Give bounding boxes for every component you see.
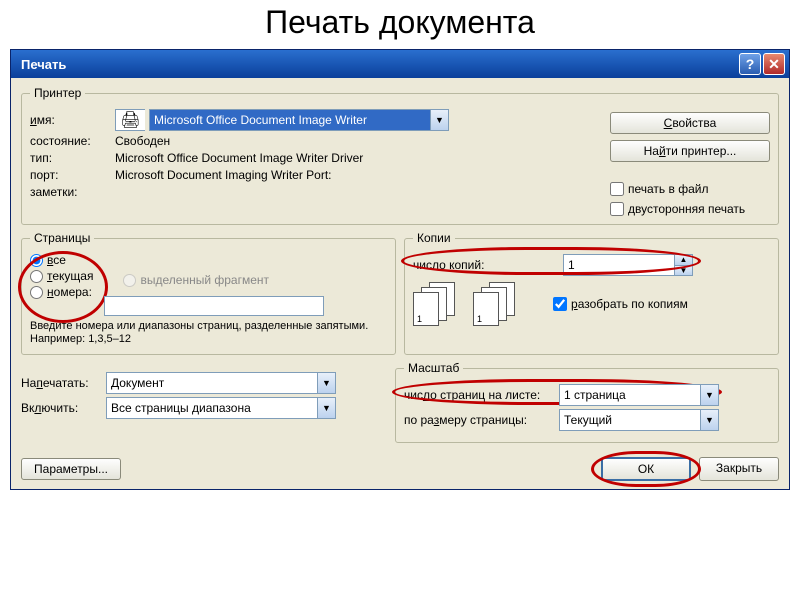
per-sheet-combo[interactable]: 1 страница ▼ xyxy=(559,384,719,406)
printer-legend: Принтер xyxy=(30,86,85,100)
printer-group: Принтер имя: 🖨 Microsoft Office Document… xyxy=(21,86,779,225)
printer-name-combo[interactable]: Microsoft Office Document Image Writer ▼ xyxy=(149,109,449,131)
print-what-value: Документ xyxy=(107,376,317,390)
printer-name-value: Microsoft Office Document Image Writer xyxy=(150,113,430,127)
radio-current[interactable]: текущая xyxy=(30,269,93,283)
chevron-down-icon: ▼ xyxy=(430,110,448,130)
window-title: Печать xyxy=(21,57,737,72)
radio-selection: выделенный фрагмент xyxy=(123,273,269,287)
print-what-label: Напечатать: xyxy=(21,376,106,390)
status-label: состояние: xyxy=(30,134,115,148)
per-sheet-value: 1 страница xyxy=(560,388,700,402)
include-value: Все страницы диапазона xyxy=(107,401,317,415)
copies-group: Копии число копий: 1 ▲▼ 3 2 1 xyxy=(404,231,779,355)
print-dialog: Печать ? ✕ Принтер имя: 🖨 Microsoft Offi… xyxy=(10,49,790,490)
scale-group: Масштаб число страниц на листе: 1 страни… xyxy=(395,361,779,443)
chevron-down-icon: ▼ xyxy=(317,398,335,418)
close-dialog-button[interactable]: Закрыть xyxy=(699,457,779,481)
radio-all[interactable]: все xyxy=(30,253,93,267)
port-label: порт: xyxy=(30,168,115,182)
duplex-label: двусторонняя печать xyxy=(628,202,745,216)
type-value: Microsoft Office Document Image Writer D… xyxy=(115,151,363,165)
options-button[interactable]: Параметры... xyxy=(21,458,121,480)
page-numbers-input[interactable] xyxy=(104,296,324,316)
print-to-file-checkbox[interactable]: печать в файл xyxy=(610,182,770,196)
radio-numbers[interactable]: номера: xyxy=(30,285,93,299)
pages-legend: Страницы xyxy=(30,231,94,245)
copies-count-label: число копий: xyxy=(413,258,563,272)
scale-legend: Масштаб xyxy=(404,361,463,375)
close-button[interactable]: ✕ xyxy=(763,53,785,75)
chevron-down-icon: ▼ xyxy=(700,385,718,405)
status-value: Свободен xyxy=(115,134,170,148)
type-label: тип: xyxy=(30,151,115,165)
fit-value: Текущий xyxy=(560,413,700,427)
port-value: Microsoft Document Imaging Writer Port: xyxy=(115,168,332,182)
find-printer-button[interactable]: Найти принтер... xyxy=(610,140,770,162)
collate-checkbox[interactable]: разобрать по копиям xyxy=(553,297,688,311)
fit-label: по размеру страницы: xyxy=(404,413,559,427)
printer-icon: 🖨 xyxy=(115,109,145,131)
properties-button[interactable]: Свойства xyxy=(610,112,770,134)
ok-button[interactable]: ОК xyxy=(601,457,691,481)
collate-icon: 3 2 1 xyxy=(413,282,463,326)
chevron-down-icon: ▼ xyxy=(700,410,718,430)
collate-icon: 3 2 1 xyxy=(473,282,523,326)
spin-down-icon[interactable]: ▼ xyxy=(674,265,692,276)
copies-legend: Копии xyxy=(413,231,455,245)
include-label: Включить: xyxy=(21,401,106,415)
per-sheet-label: число страниц на листе: xyxy=(404,388,559,402)
pages-group: Страницы все текущая номера: выделенный … xyxy=(21,231,396,355)
copies-spin[interactable]: 1 ▲▼ xyxy=(563,254,693,276)
copies-count-value: 1 xyxy=(564,258,674,272)
include-combo[interactable]: Все страницы диапазона ▼ xyxy=(106,397,336,419)
help-button[interactable]: ? xyxy=(739,53,761,75)
chevron-down-icon: ▼ xyxy=(317,373,335,393)
notes-label: заметки: xyxy=(30,185,115,199)
slide-title: Печать документа xyxy=(0,0,800,49)
duplex-checkbox[interactable]: двусторонняя печать xyxy=(610,202,770,216)
print-what-combo[interactable]: Документ ▼ xyxy=(106,372,336,394)
titlebar: Печать ? ✕ xyxy=(11,50,789,78)
fit-combo[interactable]: Текущий ▼ xyxy=(559,409,719,431)
spin-up-icon[interactable]: ▲ xyxy=(674,255,692,265)
pages-hint: Введите номера или диапазоны страниц, ра… xyxy=(30,320,387,346)
print-to-file-label: печать в файл xyxy=(628,182,708,196)
printer-name-label: имя: xyxy=(30,113,115,127)
